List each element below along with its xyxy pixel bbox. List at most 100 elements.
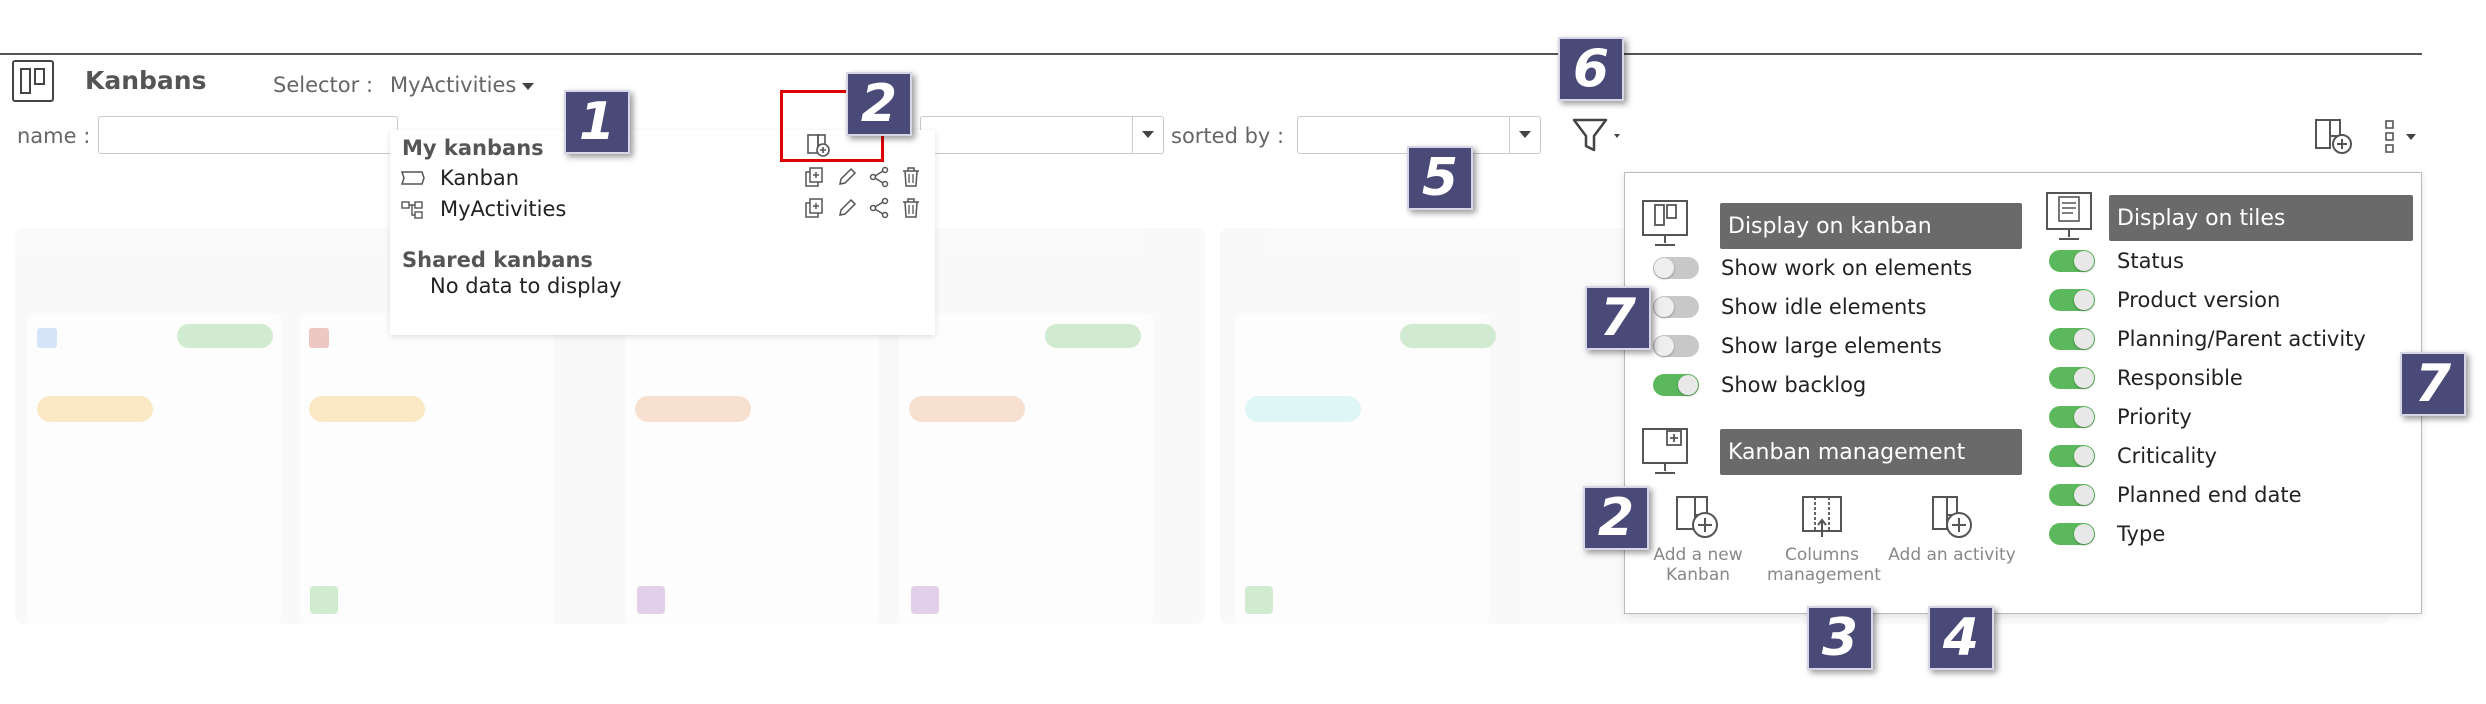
status-badge <box>635 396 751 422</box>
option-row: Show backlog <box>1653 373 1866 397</box>
top-border <box>0 53 2422 55</box>
filter-icon <box>1572 118 1620 152</box>
callout-badge: 7 <box>2400 352 2466 416</box>
add-activity-label: Add an activity <box>1888 545 2016 565</box>
toggle-switch[interactable] <box>2049 484 2095 506</box>
monitor-add-icon <box>1641 427 1691 481</box>
card-tag <box>309 328 329 348</box>
option-row: Show large elements <box>1653 334 1942 358</box>
add-activity-icon <box>2315 119 2352 154</box>
option-row: Criticality <box>2049 444 2217 468</box>
display-on-kanban-header: Display on kanban <box>1720 203 2022 249</box>
avatar <box>1245 586 1273 614</box>
add-activity-toolbar-button[interactable] <box>2314 118 2354 160</box>
dropdown-toggle[interactable] <box>1509 117 1540 153</box>
toggle-switch[interactable] <box>2049 250 2095 272</box>
option-row: Status <box>2049 249 2184 273</box>
trash-icon[interactable] <box>900 197 922 219</box>
name-filter-input[interactable] <box>98 116 398 154</box>
edit-icon[interactable] <box>836 197 858 219</box>
status-badge <box>37 396 153 422</box>
status-badge <box>1045 324 1141 348</box>
add-new-kanban-button[interactable]: Add a new Kanban <box>1653 493 1743 585</box>
status-badge <box>309 396 425 422</box>
avatar <box>911 586 939 614</box>
avatar <box>310 586 338 614</box>
callout-badge: 7 <box>1585 286 1651 350</box>
share-icon[interactable] <box>868 197 890 219</box>
selector-label: Selector : <box>273 73 374 97</box>
monitor-kanban-icon <box>1641 199 1691 253</box>
option-label: Show idle elements <box>1721 295 1927 319</box>
option-label: Product version <box>2117 288 2281 312</box>
dropdown-toggle[interactable] <box>1132 117 1163 153</box>
option-row: Responsible <box>2049 366 2243 390</box>
monitor-tiles-icon <box>2045 191 2095 247</box>
toggle-switch[interactable] <box>2049 406 2095 428</box>
name-filter-label: name : <box>17 124 91 148</box>
kanban-card <box>1235 313 1489 624</box>
my-kanban-item[interactable]: Kanban <box>440 166 519 190</box>
option-row: Type <box>2049 522 2165 546</box>
callout-badge: 2 <box>1583 486 1649 550</box>
option-row: Planning/Parent activity <box>2049 327 2366 351</box>
callout-badge: 3 <box>1807 606 1873 670</box>
option-label: Planning/Parent activity <box>2117 327 2366 351</box>
toggle-switch[interactable] <box>1653 257 1699 279</box>
callout-badge: 6 <box>1558 37 1624 101</box>
option-label: Status <box>2117 249 2184 273</box>
toggle-switch[interactable] <box>2049 367 2095 389</box>
my-kanban-item[interactable]: MyActivities <box>440 197 566 221</box>
callout-badge: 5 <box>1407 146 1473 210</box>
option-row: Product version <box>2049 288 2280 312</box>
add-activity-button[interactable]: Add an activity <box>1887 493 2017 565</box>
filter-select[interactable] <box>920 116 1164 154</box>
add-activity-icon <box>1932 496 1972 538</box>
option-label: Priority <box>2117 405 2192 429</box>
trash-icon[interactable] <box>900 166 922 188</box>
status-badge <box>1400 324 1496 348</box>
kanban-card <box>300 313 554 624</box>
status-badge <box>909 396 1025 422</box>
toggle-switch[interactable] <box>2049 523 2095 545</box>
toggle-switch[interactable] <box>2049 445 2095 467</box>
toggle-switch[interactable] <box>2049 289 2095 311</box>
kanban-row-actions <box>804 166 922 188</box>
activity-tree-icon <box>400 200 426 224</box>
option-label: Criticality <box>2117 444 2217 468</box>
option-label: Planned end date <box>2117 483 2302 507</box>
kanban-card <box>899 313 1153 624</box>
option-row: Priority <box>2049 405 2192 429</box>
shared-kanbans-heading: Shared kanbans <box>402 248 593 272</box>
status-badge <box>177 324 273 348</box>
toggle-switch[interactable] <box>1653 374 1699 396</box>
kanban-card <box>625 313 879 624</box>
filter-button[interactable] <box>1570 116 1630 160</box>
callout-badge: 4 <box>1928 606 1994 670</box>
columns-management-button[interactable]: Columns management <box>1767 493 1881 585</box>
add-kanban-icon <box>1676 496 1718 538</box>
toggle-switch[interactable] <box>1653 335 1699 357</box>
shared-kanbans-empty: No data to display <box>430 274 622 298</box>
kanban-board-icon <box>12 60 54 102</box>
kanban-selector[interactable]: MyActivities <box>390 73 535 97</box>
share-icon[interactable] <box>868 166 890 188</box>
toggle-switch[interactable] <box>1653 296 1699 318</box>
display-options-button[interactable] <box>2380 118 2420 160</box>
status-badge <box>1245 396 1361 422</box>
my-kanbans-heading: My kanbans <box>402 136 544 160</box>
option-row: Planned end date <box>2049 483 2302 507</box>
columns-management-label: Columns management <box>1767 545 1881 585</box>
edit-icon[interactable] <box>836 166 858 188</box>
toggle-switch[interactable] <box>2049 328 2095 350</box>
selector-value: MyActivities <box>390 73 517 97</box>
kanban-card <box>27 313 281 624</box>
callout-badge: 2 <box>846 72 912 136</box>
chevron-down-icon <box>1142 131 1154 138</box>
option-label: Show work on elements <box>1721 256 1973 280</box>
option-label: Type <box>2117 522 2166 546</box>
display-options-panel: Display on kanban Show work on elements … <box>1624 172 2422 614</box>
option-label: Responsible <box>2117 366 2243 390</box>
copy-icon[interactable] <box>804 166 826 188</box>
copy-icon[interactable] <box>804 197 826 219</box>
